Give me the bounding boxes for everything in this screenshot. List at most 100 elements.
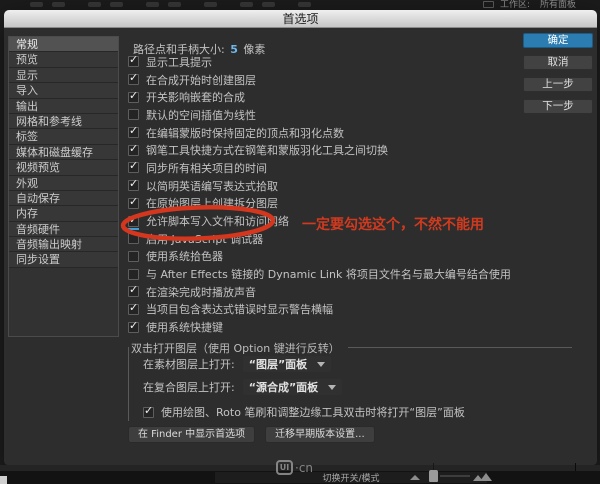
action-button[interactable]: 取消 xyxy=(523,55,593,70)
sidebar-item[interactable]: 同步设置 xyxy=(9,252,118,267)
paint-tools-checkbox-row[interactable]: ✓ 使用绘图、Roto 笔刷和调整边缘工具双击时将打开“图层”面板 xyxy=(143,404,586,420)
checkmark-icon: ✓ xyxy=(129,71,138,84)
checkbox-row[interactable]: ✓ 在原始图层上创建拆分图层 xyxy=(128,195,578,213)
workspace-label: 工作区: xyxy=(500,0,530,10)
checkbox[interactable]: ✓ xyxy=(128,145,139,156)
sidebar-item[interactable]: 音频硬件 xyxy=(9,222,118,237)
footer-button[interactable]: 在 Finder 中显示首选项 xyxy=(128,426,255,443)
sidebar-item[interactable]: 网格和参考线 xyxy=(9,114,118,129)
checkbox-row[interactable]: ✓ 开关影响嵌套的合成 xyxy=(128,88,578,106)
sidebar-item[interactable]: 预览 xyxy=(9,52,118,67)
footage-open-dropdown[interactable]: “图层”面板 xyxy=(243,356,331,372)
checkmark-icon: ✓ xyxy=(129,89,138,102)
action-button[interactable]: 确定 xyxy=(523,33,593,48)
checkbox-row[interactable]: ✓ 在编辑蒙版时保持固定的顶点和羽化点数 xyxy=(128,124,578,142)
sidebar-item[interactable]: 视频预览 xyxy=(9,160,118,175)
comp-open-value: “源合成”面板 xyxy=(249,379,318,395)
screen: 工作区: 所有面板 首选项 常规 预览 显示 导入 输出 网格和参考线 标签 xyxy=(0,0,600,484)
toolbar-icon-fragment xyxy=(204,2,217,7)
checkmark-icon: ✓ xyxy=(129,213,138,226)
toolbar-icon-fragment xyxy=(52,2,65,7)
checkbox-row[interactable]: ✓ 在渲染完成时播放声音 xyxy=(128,283,578,301)
checkbox-label: 显示工具提示 xyxy=(146,54,212,70)
toolbar-icon-fragment xyxy=(110,2,123,7)
sidebar-item[interactable]: 外观 xyxy=(9,176,118,191)
comp-open-dropdown[interactable]: “源合成”面板 xyxy=(243,379,342,395)
sidebar-item[interactable]: 显示 xyxy=(9,68,118,83)
general-checkbox-list: ✓ 显示工具提示 ✓ 在合成开始时创建图层 ✓ 开关影响嵌套的合成 ✓ 默认的空… xyxy=(128,53,578,336)
checkbox[interactable]: ✓ xyxy=(128,322,139,333)
checkbox-row[interactable]: ✓ 钢笔工具快捷方式在钢笔和蒙版羽化工具之间切换 xyxy=(128,141,578,159)
checkbox-row[interactable]: ✓ 以简明英语编写表达式拾取 xyxy=(128,177,578,195)
checkbox-row[interactable]: ✓ 当项目包含表达式错误时显示警告横幅 xyxy=(128,301,578,319)
checkmark-icon: ✓ xyxy=(129,53,138,66)
checkbox[interactable]: ✓ xyxy=(128,127,139,138)
dialog-action-buttons: 确定 取消 上一步 下一步 xyxy=(523,33,593,121)
zoom-out-mountain-icon[interactable] xyxy=(410,475,420,480)
checkbox-row[interactable]: ✓ 在合成开始时创建图层 xyxy=(128,71,578,89)
action-button[interactable]: 下一步 xyxy=(523,99,593,114)
checkbox-row[interactable]: ✓ 使用系统拾色器 xyxy=(128,248,578,266)
checkmark-icon: ✓ xyxy=(129,177,138,190)
checkbox[interactable]: ✓ xyxy=(128,162,139,173)
checkbox-label: 与 After Effects 链接的 Dynamic Link 将项目文件名与… xyxy=(146,266,511,282)
checkbox-label: 允许脚本写入文件和访问网络 xyxy=(146,213,289,229)
checkbox-row[interactable]: ✓ 与 After Effects 链接的 Dynamic Link 将项目文件… xyxy=(128,265,578,283)
ui-cn-watermark: UI ·cn xyxy=(276,460,313,475)
checkbox-row[interactable]: ✓ 默认的空间插值为线性 xyxy=(128,106,578,124)
ui-cn-logo-text: ·cn xyxy=(295,461,313,475)
checkbox[interactable]: ✓ xyxy=(128,304,139,315)
checkbox[interactable]: ✓ xyxy=(128,251,139,262)
checkbox-label: 默认的空间插值为线性 xyxy=(146,107,256,123)
toolbar-icon-fragment xyxy=(88,2,101,7)
checkmark-icon: ✓ xyxy=(129,124,138,137)
chevron-down-icon xyxy=(328,385,336,390)
checkmark-icon: ✓ xyxy=(129,283,138,296)
workspace-value[interactable]: 所有面板 xyxy=(540,0,576,10)
sidebar-item[interactable]: 常规 xyxy=(9,37,118,52)
toolbar-icon-fragment xyxy=(168,2,181,7)
sidebar-item[interactable]: 标签 xyxy=(9,129,118,144)
checkbox-row[interactable]: ✓ 显示工具提示 xyxy=(128,53,578,71)
checkbox[interactable]: ✓ xyxy=(128,109,139,120)
preferences-dialog: 首选项 常规 预览 显示 导入 输出 网格和参考线 标签 媒体和磁盘缓存 视频预… xyxy=(4,10,597,465)
timeline-zoom-slider-handle[interactable] xyxy=(429,470,438,482)
comp-open-label: 在复合图层上打开: xyxy=(143,379,235,395)
sidebar-item[interactable]: 媒体和磁盘缓存 xyxy=(9,145,118,160)
checkbox[interactable]: ✓ xyxy=(128,92,139,103)
zoom-in-mountain-icon[interactable] xyxy=(473,473,491,481)
sidebar-item[interactable]: 自动保存 xyxy=(9,191,118,206)
timeline-zoom-slider-track[interactable] xyxy=(440,475,470,477)
checkbox[interactable]: ✓ xyxy=(143,407,154,418)
checkmark-icon: ✓ xyxy=(129,301,138,314)
checkbox[interactable]: ✓ xyxy=(128,180,139,191)
checkmark-icon: ✓ xyxy=(129,195,138,208)
checkmark-icon: ✓ xyxy=(129,319,138,332)
sidebar-item[interactable]: 内存 xyxy=(9,206,118,221)
checkmark-icon: ✓ xyxy=(129,142,138,155)
checkbox[interactable]: ✓ xyxy=(128,198,139,209)
dialog-title: 首选项 xyxy=(282,10,318,27)
sidebar-item[interactable]: 音频输出映射 xyxy=(9,237,118,252)
checkbox[interactable]: ✓ xyxy=(128,216,139,227)
action-button[interactable]: 上一步 xyxy=(523,77,593,92)
footer-button[interactable]: 迁移早期版本设置... xyxy=(265,426,375,443)
checkbox-label: 开关影响嵌套的合成 xyxy=(146,89,245,105)
checkbox[interactable]: ✓ xyxy=(128,56,139,67)
checkbox[interactable]: ✓ xyxy=(128,269,139,280)
bottom-left-panel-fragment xyxy=(0,476,7,484)
sidebar-item[interactable]: 输出 xyxy=(9,99,118,114)
checkbox-label: 启用 JavaScript 调试器 xyxy=(146,231,263,247)
checkbox[interactable]: ✓ xyxy=(128,233,139,244)
checkbox-row[interactable]: ✓ 同步所有相关项目的时间 xyxy=(128,159,578,177)
checkbox[interactable]: ✓ xyxy=(128,286,139,297)
toggle-switches-modes-button[interactable]: 切换开关/模式 xyxy=(215,472,487,483)
app-toolbar-strip: 工作区: 所有面板 xyxy=(0,0,600,10)
toolbar-icon-fragment xyxy=(146,2,159,7)
checkbox-row[interactable]: ✓ 使用系统快捷键 xyxy=(128,318,578,336)
checkmark-icon: ✓ xyxy=(144,404,153,417)
group-title: 双击打开图层（使用 Option 键进行反转） xyxy=(129,340,348,356)
chevron-down-icon xyxy=(317,362,325,367)
sidebar-item[interactable]: 导入 xyxy=(9,83,118,98)
checkbox[interactable]: ✓ xyxy=(128,74,139,85)
